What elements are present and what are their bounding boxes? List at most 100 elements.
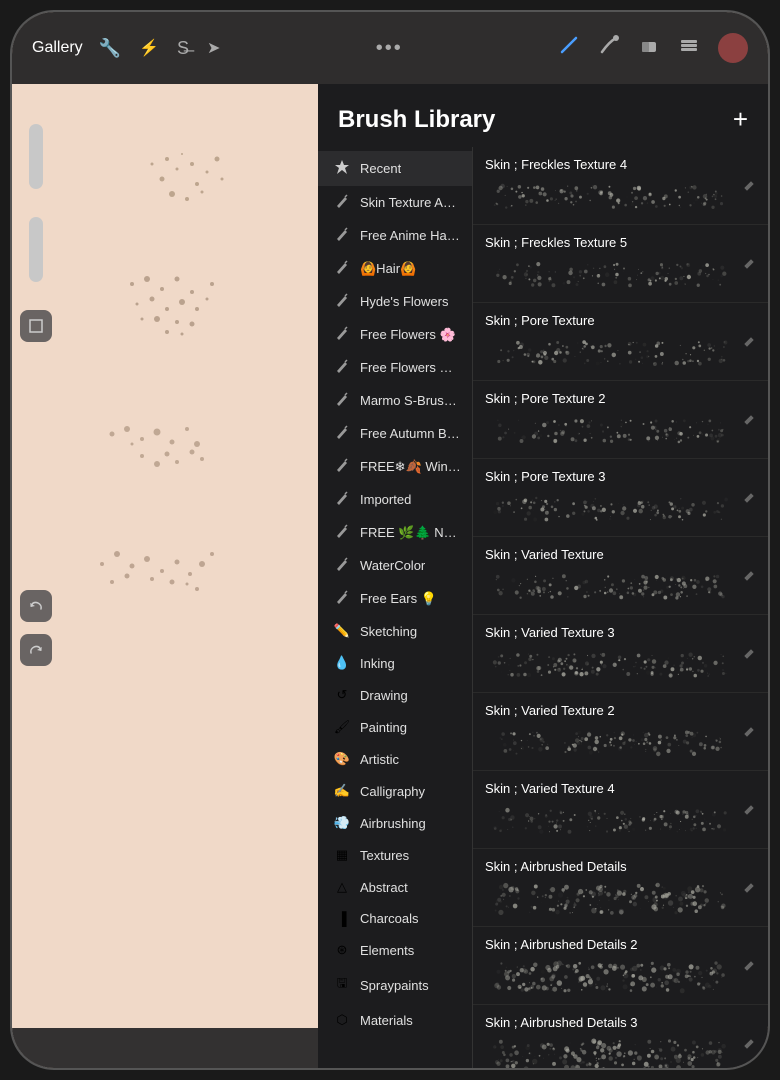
undo-btn[interactable] <box>20 590 52 622</box>
color-picker[interactable] <box>718 33 748 63</box>
brush-stroke-preview <box>485 412 736 448</box>
sidebar-item-autumn[interactable]: Free Autumn Brushes… <box>318 417 472 450</box>
panel-title: Brush Library <box>338 106 495 134</box>
opacity-slider[interactable] <box>29 217 43 282</box>
brush-name: Skin ; Pore Texture <box>485 313 736 328</box>
sidebar-item-free-flowers[interactable]: Free Flowers 🌸 <box>318 318 472 351</box>
brush-info: Skin ; Airbrushed Details <box>485 859 736 916</box>
sidebar-item-free-flowers-v2[interactable]: Free Flowers 🌸 V.2 <box>318 351 472 384</box>
category-icon-skin-texture <box>332 194 352 211</box>
sidebar-item-inking[interactable]: 💧Inking <box>318 647 472 679</box>
category-icon-inking: 💧 <box>332 655 352 671</box>
category-label-skin-texture: Skin Texture And Por… <box>360 195 462 210</box>
draw-pencil-icon[interactable] <box>558 34 580 62</box>
sidebar-item-anime-hair[interactable]: Free Anime Hair 👧 <box>318 219 472 252</box>
brush-info: Skin ; Pore Texture <box>485 313 736 370</box>
layers-icon[interactable] <box>678 34 700 62</box>
brush-stroke-preview <box>485 178 736 214</box>
sidebar-item-drawing[interactable]: ↺Drawing <box>318 679 472 711</box>
strikethrough-icon[interactable]: S̶ <box>177 38 189 59</box>
category-icon-artistic: 🎨 <box>332 751 352 767</box>
sidebar-item-abstract[interactable]: △Abstract <box>318 871 472 903</box>
sidebar-item-painting[interactable]: 🖌Painting <box>318 711 472 743</box>
brush-item[interactable]: Skin ; Pore Texture 2 <box>473 381 768 459</box>
sidebar-item-materials[interactable]: ⬡Materials <box>318 1004 472 1036</box>
sidebar-item-recent[interactable]: Recent <box>318 151 472 186</box>
sidebar-item-hair[interactable]: 🙆Hair🙆 <box>318 252 472 285</box>
sidebar-item-sketching[interactable]: ✏️Sketching <box>318 615 472 647</box>
sidebar-item-artistic[interactable]: 🎨Artistic <box>318 743 472 775</box>
sidebar-item-free-ears[interactable]: Free Ears 💡 <box>318 582 472 615</box>
brush-list: Skin ; Freckles Texture 4 Skin ; Freckles… <box>473 147 768 1068</box>
brush-item[interactable]: Skin ; Pore Texture <box>473 303 768 381</box>
brush-info: Skin ; Pore Texture 2 <box>485 391 736 448</box>
brush-edit-icon <box>744 490 756 506</box>
sidebar-item-marmo[interactable]: Marmo S-Brush Pack <box>318 384 472 417</box>
category-label-imported: Imported <box>360 492 411 507</box>
sidebar-item-airbrushing[interactable]: 💨 Airbrushing <box>318 807 472 839</box>
category-icon-textures: ▦ <box>332 847 352 863</box>
sidebar-item-calligraphy[interactable]: ✍Calligraphy <box>318 775 472 807</box>
wrench-icon[interactable]: 🔧 <box>99 38 121 59</box>
brush-size-slider[interactable] <box>29 124 43 189</box>
gallery-button[interactable]: Gallery <box>32 39 83 57</box>
sidebar-item-watercolor[interactable]: WaterColor <box>318 549 472 582</box>
category-icon-materials: ⬡ <box>332 1012 352 1028</box>
sidebar-item-skin-texture[interactable]: Skin Texture And Por… <box>318 186 472 219</box>
brush-item[interactable]: Skin ; Freckles Texture 4 <box>473 147 768 225</box>
brush-name: Skin ; Freckles Texture 5 <box>485 235 736 250</box>
sidebar-item-imported[interactable]: Imported <box>318 483 472 516</box>
category-icon-nature <box>332 524 352 541</box>
toolbar-right <box>558 33 748 63</box>
brush-stroke-preview <box>485 958 736 994</box>
category-label-marmo: Marmo S-Brush Pack <box>360 393 462 408</box>
category-icon-drawing: ↺ <box>332 687 352 703</box>
sidebar-item-elements[interactable]: ⊛Elements <box>318 934 472 966</box>
category-label-elements: Elements <box>360 943 414 958</box>
category-icon-recent <box>332 159 352 178</box>
brush-stroke-preview <box>485 724 736 760</box>
brush-edit-icon <box>744 1036 756 1052</box>
category-label-free-flowers: Free Flowers 🌸 <box>360 327 456 343</box>
category-label-airbrushing: Airbrushing <box>360 816 426 831</box>
sidebar-item-spraypaints[interactable]: 🖫 Spraypaints <box>318 966 472 1004</box>
arrow-icon[interactable]: ➤ <box>207 38 220 58</box>
category-label-free-flowers-v2: Free Flowers 🌸 V.2 <box>360 360 462 376</box>
brush-stroke-preview <box>485 880 736 916</box>
sidebar-item-charcoals[interactable]: ▐Charcoals <box>318 903 472 934</box>
brush-item[interactable]: Skin ; Varied Texture 3 <box>473 615 768 693</box>
brush-edit-icon <box>744 256 756 272</box>
sidebar-item-winter[interactable]: FREE❄🍂 Winter N… <box>318 450 472 483</box>
category-icon-imported <box>332 491 352 508</box>
brush-item[interactable]: Skin ; Varied Texture <box>473 537 768 615</box>
brush-item[interactable]: Skin ; Airbrushed Details 3 <box>473 1005 768 1068</box>
brush-item[interactable]: Skin ; Airbrushed Details <box>473 849 768 927</box>
brush-name: Skin ; Varied Texture <box>485 547 736 562</box>
category-label-spraypaints: Spraypaints <box>360 978 429 993</box>
brush-item[interactable]: Skin ; Freckles Texture 5 <box>473 225 768 303</box>
sidebar-item-textures[interactable]: ▦Textures <box>318 839 472 871</box>
brush-stroke-preview <box>485 490 736 526</box>
brush-item[interactable]: Skin ; Airbrushed Details 2 <box>473 927 768 1005</box>
category-label-sketching: Sketching <box>360 624 417 639</box>
smudge-icon[interactable] <box>598 34 620 62</box>
brush-edit-icon <box>744 958 756 974</box>
brush-item[interactable]: Skin ; Pore Texture 3 <box>473 459 768 537</box>
sidebar-item-hydes-flowers[interactable]: Hyde's Flowers <box>318 285 472 318</box>
eraser-icon[interactable] <box>638 34 660 62</box>
category-icon-spraypaints: 🖫 <box>332 974 352 996</box>
sidebar-item-nature[interactable]: FREE 🌿🌲 Nature <box>318 516 472 549</box>
brush-stroke-preview <box>485 1036 736 1068</box>
category-label-hair: 🙆Hair🙆 <box>360 261 416 277</box>
square-tool-btn[interactable] <box>20 310 52 342</box>
category-icon-airbrushing: 💨 <box>332 815 352 831</box>
brush-item[interactable]: Skin ; Varied Texture 4 <box>473 771 768 849</box>
canvas-area <box>12 84 342 1028</box>
add-brush-button[interactable]: + <box>733 104 748 135</box>
lightning-icon[interactable]: ⚡ <box>139 38 159 58</box>
brush-item[interactable]: Skin ; Varied Texture 2 <box>473 693 768 771</box>
redo-btn[interactable] <box>20 634 52 666</box>
category-icon-autumn <box>332 425 352 442</box>
more-options-button[interactable]: ••• <box>376 37 403 60</box>
toolbar-center: ••• <box>220 37 558 60</box>
